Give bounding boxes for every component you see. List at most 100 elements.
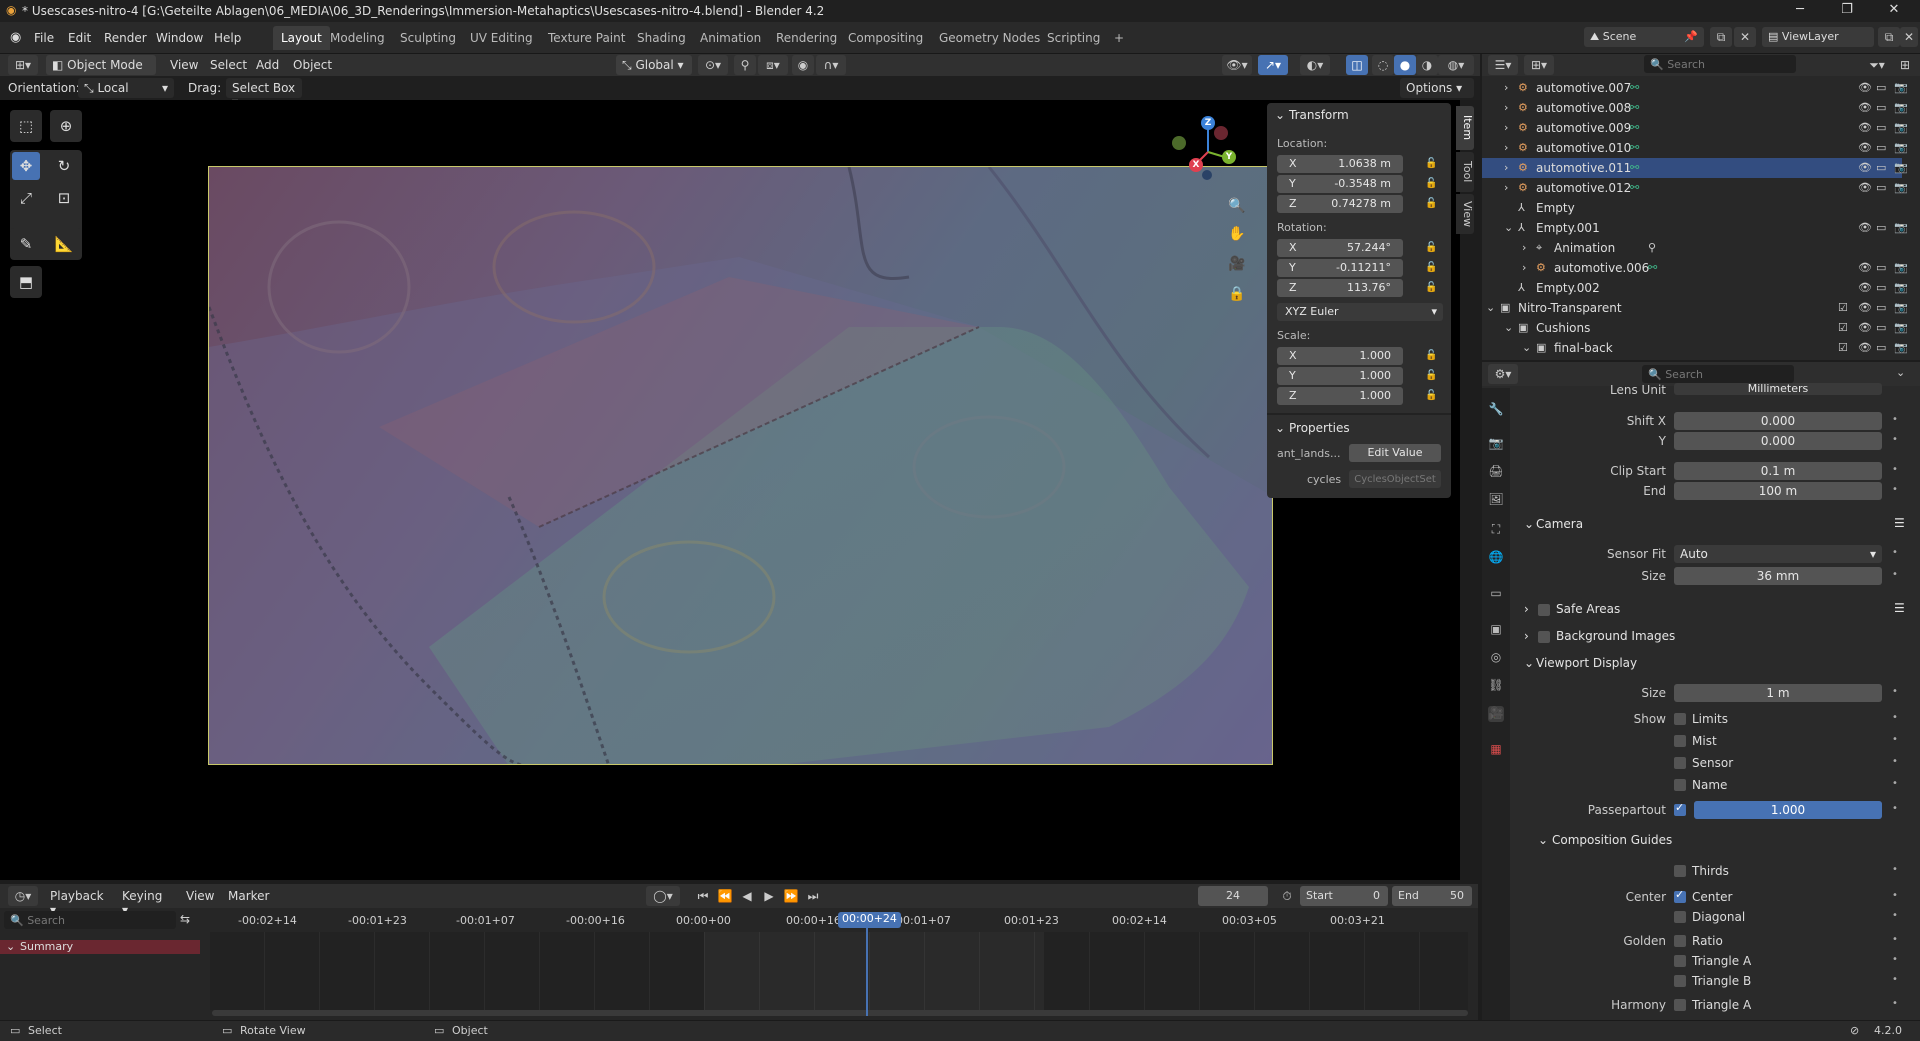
output-tab-icon[interactable]: 🖨 bbox=[1488, 464, 1504, 480]
keyframe-dot-icon[interactable]: • bbox=[1892, 734, 1898, 745]
new-collection-icon[interactable]: ⊞ bbox=[1894, 55, 1916, 75]
viewport-toggle-icon[interactable]: ▭ bbox=[1876, 161, 1886, 174]
lock-icon[interactable]: 🔓 bbox=[1425, 262, 1437, 273]
keyframe-dot-icon[interactable]: • bbox=[1892, 998, 1898, 1009]
passepartout-slider[interactable]: 1.000 bbox=[1694, 801, 1882, 819]
move-icon[interactable]: ✥ bbox=[12, 152, 40, 180]
eye-icon[interactable]: 👁 bbox=[1858, 161, 1872, 174]
lock-icon[interactable]: 🔓 bbox=[1425, 350, 1437, 361]
location-y-field[interactable]: Y -0.3548 m bbox=[1277, 175, 1403, 193]
blender-menu-icon[interactable]: ◉ bbox=[10, 30, 21, 45]
render-toggle-icon[interactable]: 📷 bbox=[1894, 181, 1908, 194]
menu-render[interactable]: Render bbox=[104, 31, 147, 45]
collapse-icon[interactable]: ⌄ bbox=[1275, 421, 1285, 435]
physics-tab-icon[interactable]: ◎ bbox=[1488, 650, 1504, 666]
viewport-toggle-icon[interactable]: ▭ bbox=[1876, 301, 1886, 314]
eye-icon[interactable]: 👁 bbox=[1858, 281, 1872, 294]
texture-tab-icon[interactable]: ▦ bbox=[1488, 742, 1504, 758]
lock-icon[interactable]: 🔓 bbox=[1425, 178, 1437, 189]
render-toggle-icon[interactable]: 📷 bbox=[1894, 101, 1908, 114]
viewport-toggle-icon[interactable]: ▭ bbox=[1876, 101, 1886, 114]
exclude-checkbox-icon[interactable]: ☑ bbox=[1838, 341, 1848, 354]
viewport-toggle-icon[interactable]: ▭ bbox=[1876, 221, 1886, 234]
shift-x-field[interactable]: 0.000 bbox=[1674, 412, 1882, 430]
outliner-row[interactable]: › ⚙ automotive.012 ⚯ 👁 ▭ 📷 bbox=[1482, 178, 1908, 198]
delete-viewlayer-icon[interactable]: ✕ bbox=[1900, 27, 1918, 47]
center-checkbox[interactable]: ✓ bbox=[1674, 888, 1686, 903]
render-toggle-icon[interactable]: 📷 bbox=[1894, 141, 1908, 154]
outliner-row[interactable]: ⅄ Empty.002 👁 ▭ 📷 bbox=[1482, 278, 1908, 298]
menu-add[interactable]: Add bbox=[256, 58, 279, 72]
scene-selector[interactable]: ⛰ Scene 📌 bbox=[1584, 27, 1704, 47]
visibility-icon[interactable]: 👁▾ bbox=[1222, 55, 1252, 75]
current-frame-field[interactable]: 24 bbox=[1198, 886, 1268, 906]
auto-keying-icon[interactable]: ◯▾ bbox=[646, 886, 680, 906]
outliner-row[interactable]: › ⚙ automotive.010 ⚯ 👁 ▭ 📷 bbox=[1482, 138, 1908, 158]
viewlayer-selector[interactable]: ▤ ViewLayer bbox=[1762, 27, 1874, 47]
transform-icon[interactable]: ⊡ bbox=[50, 184, 78, 212]
outliner-row[interactable]: › ⌖ Animation ⚲ bbox=[1482, 238, 1902, 258]
view-layer-tab-icon[interactable]: 🖼 bbox=[1488, 492, 1504, 508]
name-checkbox[interactable] bbox=[1674, 779, 1686, 791]
tab-animation[interactable]: Animation bbox=[692, 26, 769, 50]
display-mode-icon[interactable]: ⊞▾ bbox=[1524, 55, 1554, 75]
sensor-checkbox[interactable] bbox=[1674, 757, 1686, 769]
lock-icon[interactable]: 🔓 bbox=[1425, 370, 1437, 381]
eye-icon[interactable]: 👁 bbox=[1858, 321, 1872, 334]
chevron-down-icon[interactable]: ⌄ bbox=[1896, 366, 1905, 379]
keyframe-dot-icon[interactable]: • bbox=[1892, 547, 1898, 558]
location-x-field[interactable]: X 1.0638 m bbox=[1277, 155, 1403, 173]
collapse-icon[interactable]: ⌄ bbox=[1275, 108, 1285, 122]
tab-texture-paint[interactable]: Texture Paint bbox=[540, 26, 633, 50]
chevron-right-icon[interactable]: › bbox=[1522, 261, 1526, 274]
list-menu-icon[interactable]: ☰ bbox=[1894, 601, 1905, 615]
viewport-toggle-icon[interactable]: ▭ bbox=[1876, 121, 1886, 134]
properties-search-input[interactable]: 🔍 Search bbox=[1642, 365, 1794, 383]
viewport-display-section-header[interactable]: ⌄ Viewport Display bbox=[1512, 652, 1912, 676]
delete-scene-icon[interactable]: ✕ bbox=[1734, 27, 1756, 47]
solid-shading-icon[interactable]: ● bbox=[1394, 55, 1416, 75]
chevron-down-icon[interactable]: ⌄ bbox=[1486, 301, 1495, 314]
keying-menu[interactable]: Keying ▾ bbox=[116, 886, 178, 917]
scale-icon[interactable]: ⤢ bbox=[12, 184, 40, 212]
rotation-mode-dropdown[interactable]: XYZ Euler ▾ bbox=[1277, 303, 1443, 321]
render-toggle-icon[interactable]: 📷 bbox=[1894, 321, 1908, 334]
lock-icon[interactable]: 🔓 bbox=[1425, 390, 1437, 401]
preview-range-icon[interactable]: ⏱ bbox=[1276, 886, 1298, 906]
mist-checkbox[interactable] bbox=[1674, 735, 1686, 747]
jump-start-icon[interactable]: ⏮ bbox=[692, 886, 714, 906]
playhead-label[interactable]: 00:00+24 bbox=[838, 912, 901, 928]
list-menu-icon[interactable]: ☰ bbox=[1894, 516, 1905, 530]
viewport-toggle-icon[interactable]: ▭ bbox=[1876, 281, 1886, 294]
triangle-a-checkbox[interactable] bbox=[1674, 955, 1686, 967]
eye-icon[interactable]: 👁 bbox=[1858, 121, 1872, 134]
outliner-row[interactable]: ⌄ ▣ Nitro-Transparent ☑ 👁 ▭ 📷 bbox=[1482, 298, 1908, 318]
lock-icon[interactable]: 🔓 bbox=[1425, 158, 1437, 169]
tab-view[interactable]: View bbox=[1456, 194, 1474, 234]
eye-icon[interactable]: 👁 bbox=[1858, 341, 1872, 354]
overlay-toggle-icon[interactable]: ◐▾ bbox=[1300, 55, 1330, 75]
pose-data-icon[interactable]: ⚯ bbox=[1630, 141, 1639, 154]
timeline-marker-menu[interactable]: Marker bbox=[228, 889, 269, 903]
rotation-z-field[interactable]: Z 113.76° bbox=[1277, 279, 1403, 297]
camera-data-tab-icon[interactable]: 🎥 bbox=[1488, 706, 1504, 722]
swap-icon[interactable]: ⇆ bbox=[180, 912, 190, 926]
background-images-section-header[interactable]: › Background Images bbox=[1512, 625, 1912, 649]
menu-window[interactable]: Window bbox=[156, 31, 203, 45]
camera-view-icon[interactable]: 🎥 bbox=[1225, 252, 1249, 276]
keyframe-dot-icon[interactable]: • bbox=[1892, 934, 1898, 945]
cursor-icon[interactable]: ⊕ bbox=[52, 112, 80, 140]
lock-icon[interactable]: 🔓 bbox=[1425, 242, 1437, 253]
clip-start-field[interactable]: 0.1 m bbox=[1674, 462, 1882, 480]
timeline-scrollbar[interactable] bbox=[212, 1010, 1468, 1016]
chevron-down-icon[interactable]: ⌄ bbox=[1504, 321, 1513, 334]
start-frame-field[interactable]: Start 0 bbox=[1300, 886, 1388, 906]
new-viewlayer-icon[interactable]: ⧉ bbox=[1878, 27, 1900, 47]
rendered-shading-icon[interactable]: ◍▾ bbox=[1438, 55, 1474, 75]
render-toggle-icon[interactable]: 📷 bbox=[1894, 121, 1908, 134]
render-toggle-icon[interactable]: 📷 bbox=[1894, 81, 1908, 94]
chevron-down-icon[interactable]: ⌄ bbox=[1504, 221, 1513, 234]
add-cube-icon[interactable]: ⬒ bbox=[12, 268, 40, 296]
proportional-edit-icon[interactable]: ◉ bbox=[792, 55, 814, 75]
render-toggle-icon[interactable]: 📷 bbox=[1894, 341, 1908, 354]
